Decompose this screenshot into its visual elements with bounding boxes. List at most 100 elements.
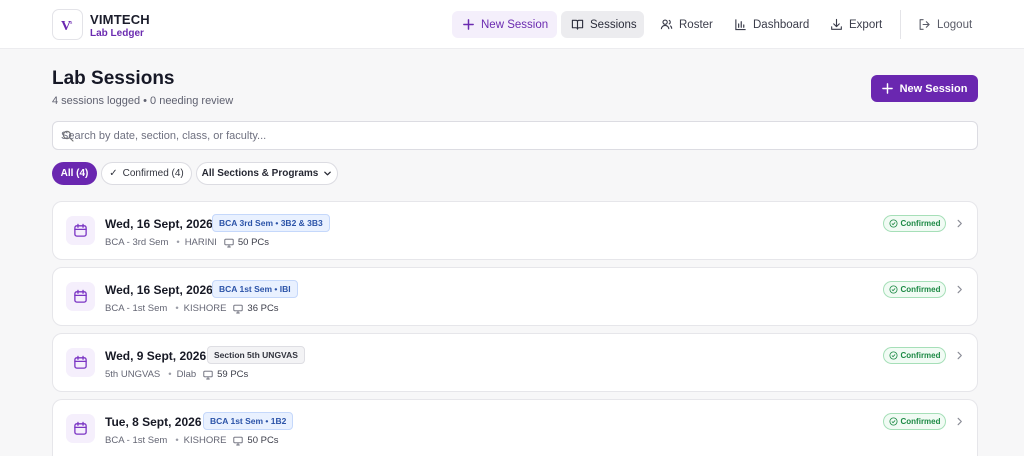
new-session-button[interactable]: New Session <box>871 75 978 102</box>
logo-v-icon: V s <box>61 19 73 34</box>
top-navigation-bar: V s VIMTECH Lab Ledger New Session Sessi… <box>0 0 1024 49</box>
nav-roster[interactable]: Roster <box>650 11 718 38</box>
nav-sessions[interactable]: Sessions <box>561 11 644 38</box>
plus-icon <box>463 19 474 30</box>
chevron-down-icon <box>324 171 332 176</box>
status-label: Confirmed <box>900 219 941 228</box>
session-card[interactable]: Wed, 16 Sept, 2026 BCA 1st Sem • IBI BCA… <box>52 267 978 326</box>
plus-icon <box>881 83 893 94</box>
nav-export[interactable]: Export <box>820 11 890 38</box>
brand-name: VIMTECH <box>90 12 150 27</box>
session-date: Wed, 16 Sept, 2026 <box>105 283 213 297</box>
meta-separator: • <box>168 369 172 380</box>
session-card[interactable]: Tue, 8 Sept, 2026 BCA 1st Sem • 1B2 BCA … <box>52 399 978 456</box>
session-icon-box <box>66 216 95 245</box>
download-icon <box>831 18 842 30</box>
book-icon <box>571 19 584 30</box>
session-faculty: Dlab <box>176 369 197 380</box>
filter-confirmed[interactable]: ✓ Confirmed (4) <box>101 162 192 185</box>
session-faculty: KISHORE <box>183 435 227 446</box>
check-circle-icon <box>888 219 898 228</box>
monitor-icon <box>203 370 213 379</box>
session-card[interactable]: Wed, 16 Sept, 2026 BCA 3rd Sem • 3B2 & 3… <box>52 201 978 260</box>
calendar-icon <box>74 289 87 303</box>
filter-all-label: All (4) <box>60 168 89 179</box>
new-session-button-label: New Session <box>899 82 968 95</box>
page-subtitle: 4 sessions logged • 0 needing review <box>52 95 234 107</box>
nav-dashboard[interactable]: Dashboard <box>724 11 814 38</box>
section-program-select[interactable]: All Sections & Programs <box>196 162 338 185</box>
session-icon-box <box>66 282 95 311</box>
status-label: Confirmed <box>900 351 941 360</box>
meta-separator: • <box>176 237 180 248</box>
users-icon <box>660 19 673 30</box>
session-meta: 5th UNGVAS • Dlab 59 PCs <box>105 369 248 380</box>
chevron-right-icon[interactable] <box>955 285 964 294</box>
calendar-icon <box>74 355 87 369</box>
logout-icon <box>919 19 930 30</box>
search-box <box>52 121 978 150</box>
chevron-right-icon[interactable] <box>955 219 964 228</box>
session-icon-box <box>66 348 95 377</box>
nav-export-label: Export <box>849 18 883 31</box>
session-meta: BCA - 1st Sem • KISHORE 36 PCs <box>105 303 279 314</box>
nav-sessions-label: Sessions <box>590 18 637 31</box>
session-program: BCA - 1st Sem <box>105 303 168 314</box>
status-badge: Confirmed <box>883 347 946 364</box>
brand-logo[interactable]: V s <box>52 9 83 40</box>
monitor-icon <box>233 304 244 313</box>
meta-separator: • <box>175 435 179 446</box>
bar-chart-icon <box>735 19 746 31</box>
session-program: 5th UNGVAS <box>105 369 161 380</box>
session-pc-count: 36 PCs <box>247 303 279 314</box>
section-program-select-value: All Sections & Programs <box>201 168 319 179</box>
section-tag: BCA 3rd Sem • 3B2 & 3B3 <box>212 214 330 232</box>
nav-logout[interactable]: Logout <box>908 11 978 38</box>
section-tag: BCA 1st Sem • 1B2 <box>203 412 294 430</box>
status-label: Confirmed <box>900 417 941 426</box>
status-badge: Confirmed <box>883 215 946 232</box>
session-card[interactable]: Wed, 9 Sept, 2026 Section 5th UNGVAS 5th… <box>52 333 978 392</box>
svg-text:s: s <box>70 20 73 26</box>
session-faculty: KISHORE <box>183 303 227 314</box>
session-icon-box <box>66 414 95 443</box>
brand-subtitle: Lab Ledger <box>90 28 144 39</box>
session-pc-count: 50 PCs <box>247 435 279 446</box>
monitor-icon <box>233 436 244 445</box>
nav-divider <box>900 10 901 39</box>
status-label: Confirmed <box>900 285 941 294</box>
session-faculty: HARINI <box>184 237 217 248</box>
session-program: BCA - 3rd Sem <box>105 237 169 248</box>
calendar-icon <box>74 421 87 435</box>
chevron-right-icon[interactable] <box>955 417 964 426</box>
section-tag: Section 5th UNGVAS <box>207 346 305 364</box>
search-input[interactable] <box>61 122 961 149</box>
status-badge: Confirmed <box>883 413 946 430</box>
nav-new-session-label: New Session <box>481 18 549 31</box>
section-tag: BCA 1st Sem • IBI <box>212 280 298 298</box>
session-meta: BCA - 3rd Sem • HARINI 50 PCs <box>105 237 269 248</box>
session-program: BCA - 1st Sem <box>105 435 168 446</box>
check-icon: ✓ <box>109 168 118 179</box>
monitor-icon <box>224 238 234 247</box>
filter-all[interactable]: All (4) <box>52 162 97 185</box>
session-date: Wed, 9 Sept, 2026 <box>105 349 207 363</box>
nav-new-session[interactable]: New Session <box>452 11 557 38</box>
page-title: Lab Sessions <box>52 68 175 89</box>
chevron-right-icon[interactable] <box>955 351 964 360</box>
nav-dashboard-label: Dashboard <box>753 18 810 31</box>
session-pc-count: 50 PCs <box>237 237 270 248</box>
check-circle-icon <box>888 285 898 294</box>
nav-roster-label: Roster <box>679 18 713 31</box>
calendar-icon <box>74 223 87 237</box>
check-circle-icon <box>888 351 898 360</box>
session-date: Tue, 8 Sept, 2026 <box>105 415 202 429</box>
nav-logout-label: Logout <box>937 18 973 31</box>
status-badge: Confirmed <box>883 281 946 298</box>
session-date: Wed, 16 Sept, 2026 <box>105 217 213 231</box>
filter-confirmed-label: Confirmed (4) <box>122 168 184 179</box>
check-circle-icon <box>888 417 898 426</box>
meta-separator: • <box>175 303 179 314</box>
session-pc-count: 59 PCs <box>217 369 249 380</box>
session-meta: BCA - 1st Sem • KISHORE 50 PCs <box>105 435 279 446</box>
